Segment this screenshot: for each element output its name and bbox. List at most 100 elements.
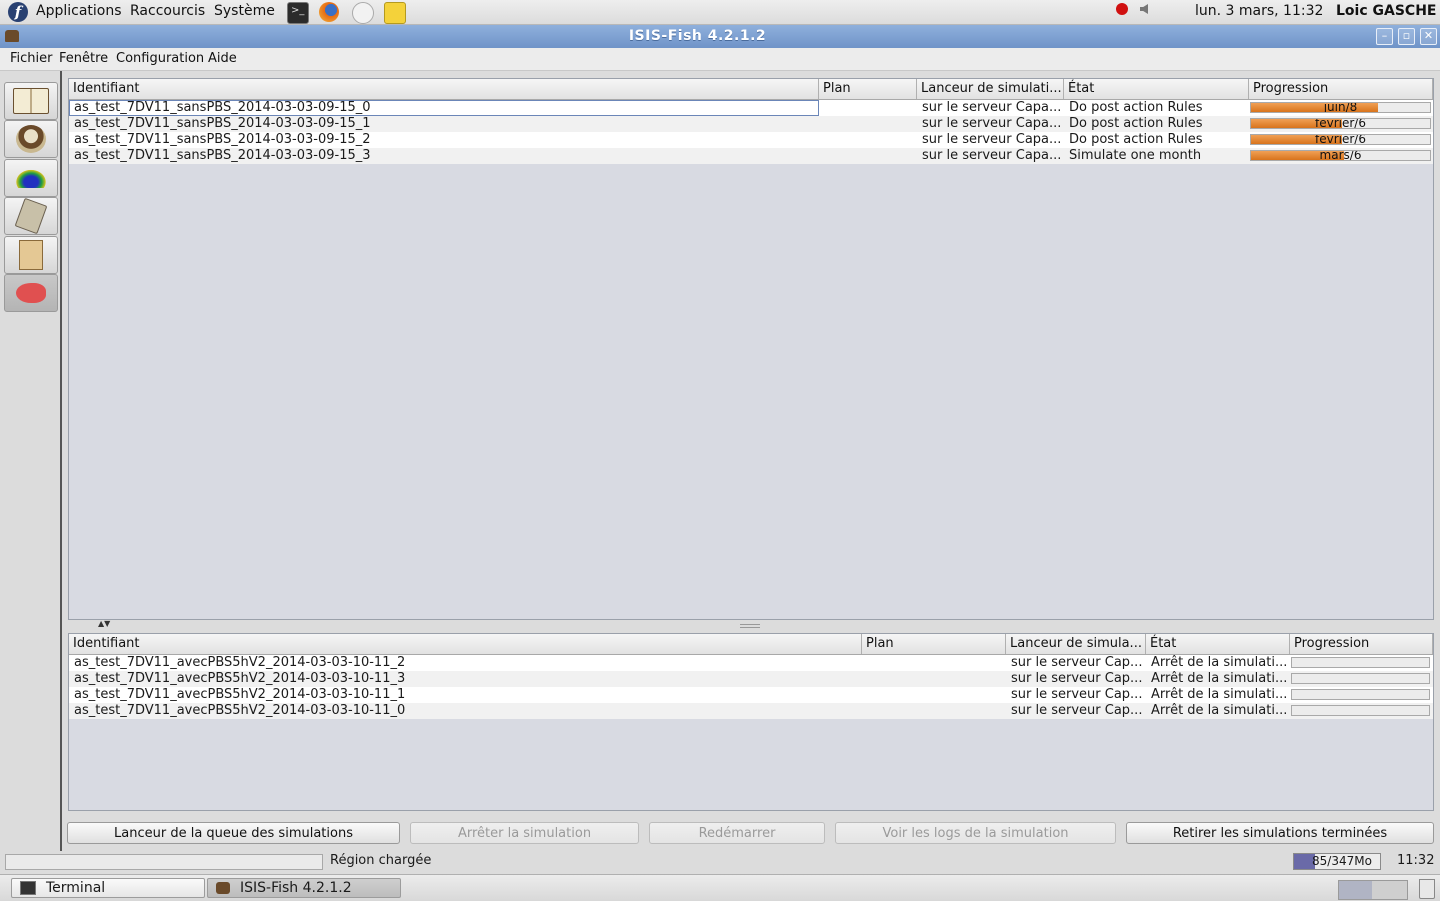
workspace-switcher[interactable] bbox=[1338, 880, 1408, 900]
region-map-icon bbox=[14, 168, 48, 188]
table-row[interactable]: as_test_7DV11_sansPBS_2014-03-03-09-15_3… bbox=[69, 148, 1433, 164]
firefox-launcher-icon[interactable] bbox=[319, 2, 339, 22]
systeme-menu[interactable]: Système bbox=[214, 3, 275, 19]
progress-label: février/6 bbox=[1315, 118, 1366, 129]
status-time: 11:32 bbox=[1397, 853, 1435, 868]
table-row[interactable]: as_test_7DV11_avecPBS5hV2_2014-03-03-10-… bbox=[69, 671, 1433, 687]
workspace-1[interactable] bbox=[1339, 881, 1372, 899]
progress-label: mars/6 bbox=[1319, 150, 1362, 161]
cell-etat: Simulate one month bbox=[1069, 148, 1202, 163]
split-divider[interactable]: ▲▼ bbox=[68, 619, 1432, 631]
notification-icon[interactable] bbox=[1116, 3, 1128, 15]
column-header-lanceur[interactable]: Lanceur de simulati... bbox=[917, 79, 1064, 99]
menu-aide[interactable]: Aide bbox=[208, 51, 237, 66]
menu-configuration[interactable]: Configuration bbox=[116, 51, 204, 66]
status-message: Région chargée bbox=[330, 853, 432, 868]
cell-lanceur: sur le serveur Capa... bbox=[922, 132, 1062, 147]
cell-plan bbox=[862, 655, 1006, 671]
tool-button-database[interactable] bbox=[4, 82, 58, 120]
cell-identifiant: as_test_7DV11_avecPBS5hV2_2014-03-03-10-… bbox=[74, 687, 406, 702]
cell-plan bbox=[819, 148, 917, 164]
progress-bar: mars/6 bbox=[1250, 150, 1431, 161]
column-header-plan[interactable]: Plan bbox=[862, 634, 1006, 654]
column-header-progression[interactable]: Progression bbox=[1249, 79, 1433, 99]
cell-etat: Do post action Rules bbox=[1069, 116, 1203, 131]
progress-bar bbox=[1291, 673, 1430, 684]
cell-identifiant: as_test_7DV11_avecPBS5hV2_2014-03-03-10-… bbox=[74, 655, 406, 670]
table-row[interactable]: as_test_7DV11_sansPBS_2014-03-03-09-15_0… bbox=[69, 100, 1433, 116]
progress-bar: février/6 bbox=[1250, 134, 1431, 145]
progress-label: février/6 bbox=[1315, 134, 1366, 145]
progress-label: juin/8 bbox=[1323, 102, 1358, 113]
table-row[interactable]: as_test_7DV11_avecPBS5hV2_2014-03-03-10-… bbox=[69, 687, 1433, 703]
volume-icon[interactable] bbox=[1140, 4, 1148, 14]
restart-button[interactable]: Redémarrer bbox=[649, 822, 825, 844]
cell-lanceur: sur le serveur Cap... bbox=[1011, 687, 1143, 702]
mail-launcher-icon[interactable] bbox=[352, 2, 374, 24]
taskbar-item-label: Terminal bbox=[46, 880, 106, 896]
tool-button-map[interactable] bbox=[4, 159, 58, 197]
cell-plan bbox=[862, 671, 1006, 687]
terminal-launcher-icon[interactable]: >_ bbox=[287, 2, 309, 24]
menu-fichier[interactable]: Fichier bbox=[10, 51, 53, 66]
remove-finished-button[interactable]: Retirer les simulations terminées bbox=[1126, 822, 1434, 844]
taskbar-item-terminal[interactable]: Terminal bbox=[11, 878, 205, 898]
top-panel: f Applications Raccourcis Système >_ lun… bbox=[0, 0, 1440, 25]
column-header-identifiant[interactable]: Identifiant bbox=[69, 79, 819, 99]
column-header-plan[interactable]: Plan bbox=[819, 79, 917, 99]
progress-bar: juin/8 bbox=[1250, 102, 1431, 113]
menu-fenetre[interactable]: Fenêtre bbox=[59, 51, 108, 66]
column-header-identifiant[interactable]: Identifiant bbox=[69, 634, 862, 654]
close-button[interactable]: ✕ bbox=[1420, 28, 1437, 45]
queue-table: Identifiant Plan Lanceur de simulati... … bbox=[68, 78, 1434, 620]
panel-clock[interactable]: lun. 3 mars, 11:32 bbox=[1195, 3, 1323, 19]
table-row[interactable]: as_test_7DV11_sansPBS_2014-03-03-09-15_2… bbox=[69, 132, 1433, 148]
progress-bar: février/6 bbox=[1250, 118, 1431, 129]
minimize-button[interactable]: – bbox=[1376, 28, 1393, 45]
applications-menu[interactable]: Applications bbox=[36, 3, 122, 19]
memory-indicator[interactable]: 85/347Mo bbox=[1293, 853, 1381, 870]
launch-queue-button[interactable]: Lanceur de la queue des simulations bbox=[67, 822, 400, 844]
raccourcis-menu[interactable]: Raccourcis bbox=[130, 3, 205, 19]
book-icon bbox=[13, 88, 49, 114]
cell-etat: Arrêt de la simulati... bbox=[1151, 671, 1288, 686]
trash-icon[interactable] bbox=[1419, 879, 1435, 899]
collapse-arrows-icon[interactable]: ▲▼ bbox=[98, 619, 110, 628]
cell-lanceur: sur le serveur Capa... bbox=[922, 148, 1062, 163]
cell-etat: Do post action Rules bbox=[1069, 132, 1203, 147]
window-titlebar[interactable]: ISIS-Fish 4.2.1.2 – ▫ ✕ bbox=[0, 25, 1440, 48]
cell-identifiant: as_test_7DV11_sansPBS_2014-03-03-09-15_0 bbox=[69, 100, 819, 116]
taskbar-item-isis-fish[interactable]: ISIS-Fish 4.2.1.2 bbox=[207, 878, 401, 898]
cell-plan bbox=[862, 703, 1006, 719]
tool-button-calculator[interactable] bbox=[4, 197, 58, 235]
table-row[interactable]: as_test_7DV11_avecPBS5hV2_2014-03-03-10-… bbox=[69, 655, 1433, 671]
view-logs-button[interactable]: Voir les logs de la simulation bbox=[835, 822, 1116, 844]
column-header-lanceur[interactable]: Lanceur de simula... bbox=[1006, 634, 1146, 654]
table-row[interactable]: as_test_7DV11_sansPBS_2014-03-03-09-15_1… bbox=[69, 116, 1433, 132]
calculator-icon bbox=[14, 197, 48, 235]
cell-identifiant: as_test_7DV11_avecPBS5hV2_2014-03-03-10-… bbox=[74, 703, 406, 718]
menubar: Fichier Fenêtre Configuration Aide bbox=[0, 48, 1440, 71]
column-header-etat[interactable]: État bbox=[1146, 634, 1290, 654]
splitter-grip[interactable] bbox=[740, 624, 760, 628]
notes-launcher-icon[interactable] bbox=[384, 2, 406, 24]
progress-bar bbox=[1291, 689, 1430, 700]
fishing-boat-icon bbox=[16, 125, 46, 153]
column-header-etat[interactable]: État bbox=[1064, 79, 1249, 99]
taskbar: Terminal ISIS-Fish 4.2.1.2 bbox=[0, 874, 1440, 901]
column-header-progression[interactable]: Progression bbox=[1290, 634, 1433, 654]
status-progress-bar bbox=[5, 854, 323, 870]
tool-button-script[interactable] bbox=[4, 236, 58, 274]
fedora-logo-icon[interactable]: f bbox=[8, 2, 28, 22]
window-title: ISIS-Fish 4.2.1.2 bbox=[628, 28, 767, 44]
table-row[interactable]: as_test_7DV11_avecPBS5hV2_2014-03-03-10-… bbox=[69, 703, 1433, 719]
tool-button-simulation[interactable] bbox=[4, 120, 58, 158]
cell-identifiant: as_test_7DV11_sansPBS_2014-03-03-09-15_1 bbox=[74, 116, 371, 131]
cell-plan bbox=[862, 687, 1006, 703]
tool-button-queue[interactable] bbox=[4, 274, 58, 312]
cell-plan bbox=[819, 132, 917, 148]
stop-simulation-button[interactable]: Arrêter la simulation bbox=[410, 822, 639, 844]
terminal-icon bbox=[20, 881, 36, 895]
maximize-button[interactable]: ▫ bbox=[1398, 28, 1415, 45]
panel-user[interactable]: Loic GASCHE bbox=[1336, 3, 1436, 19]
